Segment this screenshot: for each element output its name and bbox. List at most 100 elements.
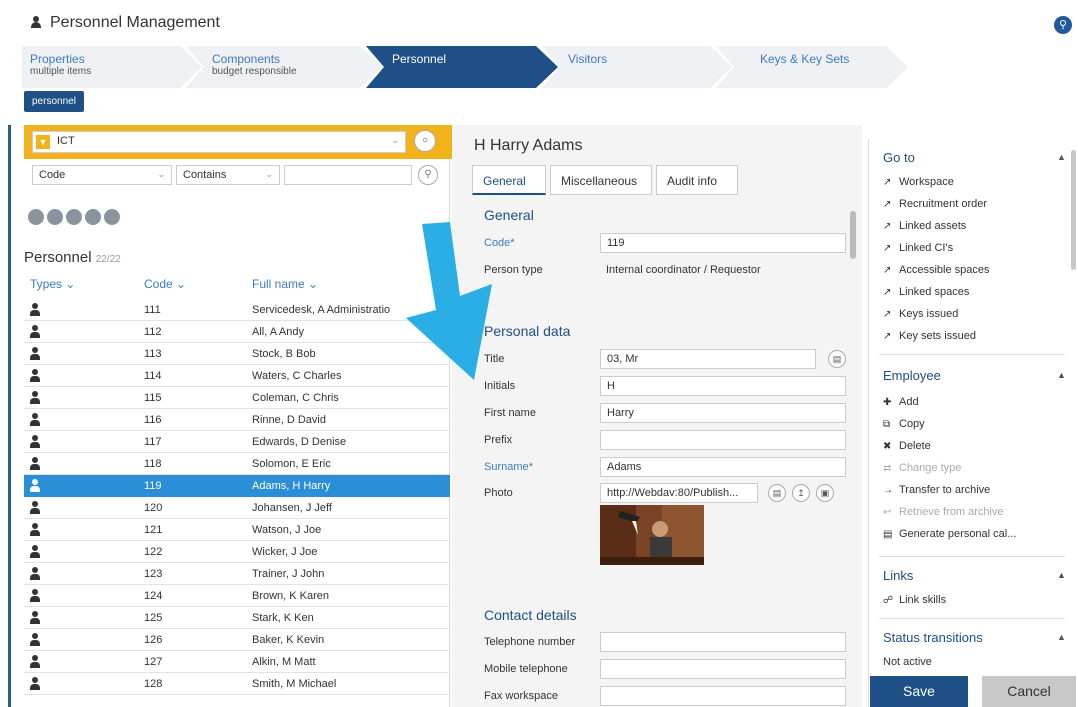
- search-field-select[interactable]: Code ⌄: [32, 165, 172, 185]
- search-operator-select[interactable]: Contains ⌄: [176, 165, 280, 185]
- person-icon: [30, 303, 40, 317]
- search-row: Code ⌄ Contains ⌄ ⚲: [32, 165, 442, 187]
- list-icon[interactable]: [28, 209, 44, 225]
- save-button[interactable]: Save: [870, 676, 968, 707]
- title-field[interactable]: 03, Mr: [600, 349, 816, 369]
- goto-item[interactable]: ↗ Accessible spaces: [883, 264, 990, 276]
- column-header-fullname[interactable]: Full name ⌄: [252, 277, 318, 291]
- surname-field[interactable]: Adams: [600, 457, 846, 477]
- goto-item[interactable]: ↗ Key sets issued: [883, 330, 976, 342]
- goto-item[interactable]: ↗ Keys issued: [883, 308, 958, 320]
- goto-item[interactable]: ↗ Recruitment order: [883, 198, 987, 210]
- column-header-code[interactable]: Code ⌄: [144, 277, 186, 291]
- scrollbar[interactable]: [850, 211, 856, 259]
- employee-action[interactable]: ↩ Retrieve from archive: [883, 506, 1004, 518]
- prefix-label: Prefix: [484, 434, 513, 446]
- employee-action[interactable]: ⧉ Copy: [883, 418, 925, 430]
- table-row[interactable]: 125 Stark, K Ken: [24, 607, 450, 629]
- table-row[interactable]: 112 All, A Andy: [24, 321, 450, 343]
- code-field[interactable]: 119: [600, 233, 846, 253]
- filter-input[interactable]: ▼ ICT ⌄: [32, 131, 406, 153]
- print-icon[interactable]: [66, 209, 82, 225]
- employee-action[interactable]: ✖ Delete: [883, 440, 931, 452]
- table-row[interactable]: 120 Johansen, J Jeff: [24, 497, 450, 519]
- tab-general[interactable]: General: [472, 165, 546, 195]
- table-row[interactable]: 119 Adams, H Harry: [24, 475, 450, 497]
- table-row[interactable]: 122 Wicker, J Joe: [24, 541, 450, 563]
- collapse-icon[interactable]: ▲: [1057, 370, 1066, 380]
- table-row[interactable]: 111 Servicedesk, A Administratio: [24, 299, 450, 321]
- prefix-field[interactable]: [600, 430, 846, 450]
- table-row[interactable]: 128 Smith, M Michael: [24, 673, 450, 695]
- step-personnel[interactable]: Personnel: [366, 46, 558, 88]
- table-row[interactable]: 116 Rinne, D David: [24, 409, 450, 431]
- column-header-types[interactable]: Types ⌄: [30, 277, 75, 291]
- lock-icon[interactable]: ○: [414, 130, 436, 152]
- upload-icon[interactable]: ↥: [792, 484, 810, 502]
- image-icon[interactable]: ▣: [816, 484, 834, 502]
- list-title-text: Personnel: [24, 249, 92, 266]
- goto-item-label: Linked spaces: [899, 286, 970, 298]
- goto-item[interactable]: ↗ Workspace: [883, 176, 954, 188]
- initials-field[interactable]: H: [600, 376, 846, 396]
- table-row[interactable]: 117 Edwards, D Denise: [24, 431, 450, 453]
- search-button[interactable]: ⚲: [418, 165, 438, 185]
- employee-action[interactable]: ⇄ Change type: [883, 462, 961, 474]
- first-name-field[interactable]: Harry: [600, 403, 846, 423]
- row-full-name: Trainer, J John: [252, 568, 325, 580]
- action-icon: ✖: [883, 441, 892, 452]
- lookup-icon[interactable]: ▤: [828, 350, 846, 368]
- table-row[interactable]: 121 Watson, J Joe: [24, 519, 450, 541]
- collapse-icon[interactable]: ▲: [1057, 632, 1066, 642]
- table-row[interactable]: 124 Brown, K Karen: [24, 585, 450, 607]
- scrollbar[interactable]: [1071, 150, 1076, 270]
- mobile-label: Mobile telephone: [484, 663, 568, 675]
- telephone-field[interactable]: [600, 632, 846, 652]
- person-icon: [30, 501, 40, 515]
- step-properties[interactable]: Properties multiple items: [22, 46, 202, 88]
- employee-action[interactable]: ✚ Add: [883, 396, 919, 408]
- fax-field[interactable]: [600, 686, 846, 706]
- employee-action[interactable]: ▤ Generate personal cal...: [883, 528, 1016, 540]
- status-not-active[interactable]: Not active: [883, 656, 932, 666]
- export-icon[interactable]: [85, 209, 101, 225]
- list-title: Personnel 22/22: [24, 249, 121, 266]
- filter-chip[interactable]: personnel: [24, 91, 84, 112]
- section-general: General: [484, 207, 534, 223]
- tab-miscellaneous[interactable]: Miscellaneous: [550, 165, 652, 195]
- person-icon: [30, 325, 40, 339]
- search-icon[interactable]: ⚲: [1054, 16, 1072, 34]
- table-row[interactable]: 114 Waters, C Charles: [24, 365, 450, 387]
- employee-action[interactable]: → Transfer to archive: [883, 484, 990, 496]
- mobile-field[interactable]: [600, 659, 846, 679]
- step-components[interactable]: Components budget responsible: [186, 46, 382, 88]
- table-row[interactable]: 118 Solomon, E Eric: [24, 453, 450, 475]
- photo-field[interactable]: http://Webdav:80/Publish...: [600, 483, 758, 503]
- tab-audit-info[interactable]: Audit info: [656, 165, 738, 195]
- table-row[interactable]: 126 Baker, K Kevin: [24, 629, 450, 651]
- photo-label: Photo: [484, 487, 513, 499]
- table-row[interactable]: 115 Coleman, C Chris: [24, 387, 450, 409]
- person-icon: [30, 655, 40, 669]
- goto-item-label: Workspace: [899, 176, 954, 188]
- print-icon[interactable]: ▤: [768, 484, 786, 502]
- status-heading: Status transitions: [883, 630, 983, 645]
- step-keys[interactable]: Keys & Key Sets: [716, 46, 908, 88]
- goto-item-label: Recruitment order: [899, 198, 988, 210]
- refresh-icon[interactable]: [47, 209, 63, 225]
- table-row[interactable]: 113 Stock, B Bob: [24, 343, 450, 365]
- search-input[interactable]: [284, 165, 412, 185]
- settings-icon[interactable]: [104, 209, 120, 225]
- step-visitors[interactable]: Visitors: [542, 46, 732, 88]
- collapse-icon[interactable]: ▲: [1057, 570, 1066, 580]
- goto-item[interactable]: ↗ Linked assets: [883, 220, 966, 232]
- section-contact-details: Contact details: [484, 607, 577, 623]
- table-row[interactable]: 127 Alkin, M Matt: [24, 651, 450, 673]
- person-icon: [30, 413, 40, 427]
- link-skills[interactable]: ☍ Link skills: [883, 594, 946, 606]
- table-row[interactable]: 123 Trainer, J John: [24, 563, 450, 585]
- collapse-icon[interactable]: ▲: [1057, 152, 1066, 162]
- goto-item[interactable]: ↗ Linked CI's: [883, 242, 953, 254]
- goto-item[interactable]: ↗ Linked spaces: [883, 286, 969, 298]
- cancel-button[interactable]: Cancel: [982, 676, 1076, 707]
